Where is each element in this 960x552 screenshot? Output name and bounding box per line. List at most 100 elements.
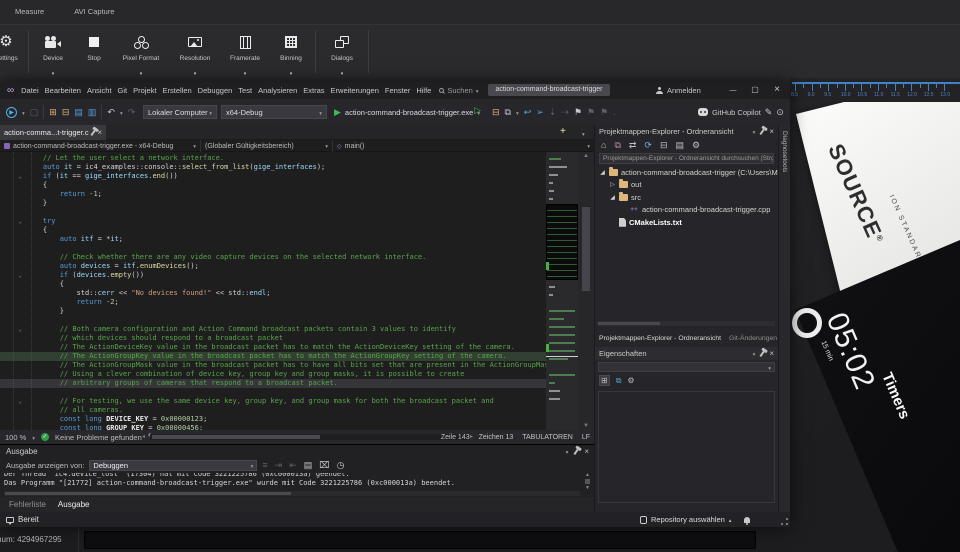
code-line[interactable]: auto devices = itf.enumDevices(); xyxy=(0,262,546,271)
navigate-back-icon[interactable]: ▶ xyxy=(6,107,17,118)
pin-icon[interactable] xyxy=(760,128,765,134)
pin-icon[interactable] xyxy=(760,350,765,356)
code-line[interactable]: std::cerr << "No devices found!" << std:… xyxy=(0,289,546,298)
menu-item-erstellen[interactable]: Erstellen xyxy=(159,84,194,97)
goto-prev-icon[interactable]: ⇤ xyxy=(289,459,297,471)
feedback-icon[interactable]: ✎ xyxy=(765,106,773,118)
more-options-icon[interactable]: . xyxy=(613,106,616,118)
capture-tab[interactable]: Measure xyxy=(15,7,44,16)
tab-diagnostics-tools[interactable]: Diagnosetools xyxy=(781,131,788,172)
scrollbar-thumb[interactable] xyxy=(598,322,660,325)
tab-active-document[interactable]: action-comma...t-trigger.cpp xyxy=(0,125,106,140)
folder-icon[interactable]: ⊟ xyxy=(492,106,500,118)
scrollbar-thumb[interactable] xyxy=(585,479,590,484)
start-without-debugging-icon[interactable]: ▷ xyxy=(474,105,481,116)
search-box[interactable]: Suchen xyxy=(439,86,478,95)
code-line[interactable]: // The ActionDeviceKey value in the broa… xyxy=(0,343,546,352)
close-icon[interactable] xyxy=(769,127,774,136)
chevron-down-icon[interactable] xyxy=(32,433,35,442)
tree-expanded-icon[interactable]: ◢ xyxy=(599,169,606,176)
fold-arrow-icon[interactable]: ⌄ xyxy=(0,271,26,280)
tab-list-chevron-icon[interactable] xyxy=(582,129,585,138)
fold-arrow-icon[interactable]: ⌄ xyxy=(0,217,26,226)
undo-icon[interactable]: ↶ xyxy=(107,106,115,118)
code-line[interactable]: // arbitrary groups of cameras that resp… xyxy=(0,379,546,388)
code-editor[interactable]: // Let the user select a network interfa… xyxy=(0,152,594,430)
explorer-horizontal-scrollbar[interactable] xyxy=(597,321,775,326)
explorer-search-input[interactable]: Projektmappen-Explorer - Ordneransicht d… xyxy=(599,153,774,164)
forward-icon[interactable]: ▢ xyxy=(30,106,39,118)
step-over-icon[interactable]: ⇢ xyxy=(561,106,569,118)
chevron-down-icon[interactable] xyxy=(753,127,756,136)
close-button[interactable] xyxy=(766,82,788,99)
output-line[interactable]: Das Programm "[21772] action-command-bro… xyxy=(4,479,578,488)
menu-item-erweiterungen[interactable]: Erweiterungen xyxy=(328,84,382,97)
line-indicator[interactable]: Zeile 143 xyxy=(441,434,470,441)
tree-row[interactable]: ◢action-command-broadcast-trigger (C:\Us… xyxy=(595,166,778,179)
fold-arrow-icon[interactable]: ⌄ xyxy=(0,325,26,334)
code-line[interactable]: ⌄ // Both camera configuration and Actio… xyxy=(0,325,546,334)
vertical-scrollbar[interactable]: ▲ ▼ xyxy=(578,152,594,430)
home-icon[interactable]: ⌂ xyxy=(601,140,606,150)
goto-next-icon[interactable]: ⇥ xyxy=(275,459,283,471)
new-tab-icon[interactable]: + xyxy=(560,126,566,137)
redo-icon[interactable]: ↷ xyxy=(128,106,136,118)
menu-item-analysieren[interactable]: Analysieren xyxy=(255,84,300,97)
find-message-icon[interactable]: ≡ xyxy=(262,459,267,471)
save-icon[interactable]: ▤ xyxy=(74,106,83,118)
chevron-down-icon[interactable] xyxy=(120,108,123,117)
fold-arrow-icon[interactable]: ⌄ xyxy=(0,397,26,406)
zoom-level[interactable]: 100 % xyxy=(5,433,26,442)
pin-icon[interactable] xyxy=(574,448,579,454)
code-line[interactable]: // which devices should respond to a bro… xyxy=(0,334,546,343)
eol-indicator[interactable]: LF xyxy=(582,434,590,441)
properties-object-combo[interactable] xyxy=(598,362,775,372)
code-line[interactable]: // The ActionGroupKey value in the broad… xyxy=(0,352,546,361)
tabs-indicator[interactable]: TABULATOREN xyxy=(522,434,573,441)
maximize-button[interactable] xyxy=(744,82,766,99)
output-vertical-scrollbar[interactable]: ▲ ▼ xyxy=(583,472,592,491)
tab-error-list[interactable]: Fehlerliste xyxy=(9,500,46,509)
code-line[interactable]: ⌄ if (devices.empty()) xyxy=(0,271,546,280)
property-pages-icon[interactable]: ⚙ xyxy=(627,376,634,385)
minimap-viewport[interactable] xyxy=(546,204,578,280)
close-icon[interactable] xyxy=(769,349,774,358)
code-line[interactable]: return -2; xyxy=(0,298,546,307)
show-all-files-icon[interactable]: ▤ xyxy=(676,140,685,151)
step-into-icon[interactable]: ⇣ xyxy=(549,106,557,118)
scrollbar-thumb[interactable] xyxy=(5,492,291,495)
refresh-icon[interactable]: ⟳ xyxy=(644,140,652,151)
property-value-input[interactable] xyxy=(84,531,756,549)
chevron-down-icon[interactable] xyxy=(516,108,519,117)
start-debugging-button[interactable]: ▶ action-command-broadcast-trigger.exe xyxy=(334,99,480,125)
menu-item-bearbeiten[interactable]: Bearbeiten xyxy=(42,84,84,97)
capture-button-framerate[interactable]: Framerate xyxy=(221,25,269,78)
chevron-down-icon[interactable] xyxy=(341,71,344,77)
tree-expanded-icon[interactable]: ◢ xyxy=(609,194,616,201)
menu-item-git[interactable]: Git xyxy=(115,84,131,97)
open-folder-icon[interactable]: ⊟ xyxy=(62,106,70,118)
menu-item-datei[interactable]: Datei xyxy=(18,84,42,97)
tree-row[interactable]: CMakeLists.txt xyxy=(595,216,778,229)
code-line[interactable]: const long DEVICE_KEY = 0x00000123; xyxy=(0,415,546,424)
debug-target-combo[interactable]: Lokaler Computer xyxy=(143,105,217,119)
chevron-down-icon[interactable] xyxy=(52,71,55,77)
resize-grip[interactable] xyxy=(781,518,788,525)
close-icon[interactable] xyxy=(584,447,589,456)
breadcrumb-member[interactable]: ◇ main() xyxy=(332,140,594,152)
code-line[interactable] xyxy=(0,244,546,253)
breadcrumb-scope[interactable]: (Globaler Gültigkeitsbereich) xyxy=(200,140,332,152)
code-lines[interactable]: // Let the user select a network interfa… xyxy=(0,154,546,430)
minimize-button[interactable] xyxy=(722,82,744,99)
code-line[interactable]: auto itf = *it; xyxy=(0,235,546,244)
capture-button-binning[interactable]: Binning xyxy=(269,25,313,78)
code-line[interactable]: return -1; xyxy=(0,190,546,199)
capture-button-pixel-format[interactable]: Pixel Format xyxy=(113,25,169,78)
code-line[interactable]: // The ActionGroupMask value in the broa… xyxy=(0,361,546,370)
menu-item-fenster[interactable]: Fenster xyxy=(382,84,413,97)
tab-output[interactable]: Ausgabe xyxy=(58,500,90,509)
scrollbar-thumb[interactable] xyxy=(582,207,590,291)
menu-item-hilfe[interactable]: Hilfe xyxy=(413,84,434,97)
window-layout-icon[interactable]: ⧉ xyxy=(505,106,511,118)
problems-label[interactable]: Keine Probleme gefunden xyxy=(55,433,142,442)
